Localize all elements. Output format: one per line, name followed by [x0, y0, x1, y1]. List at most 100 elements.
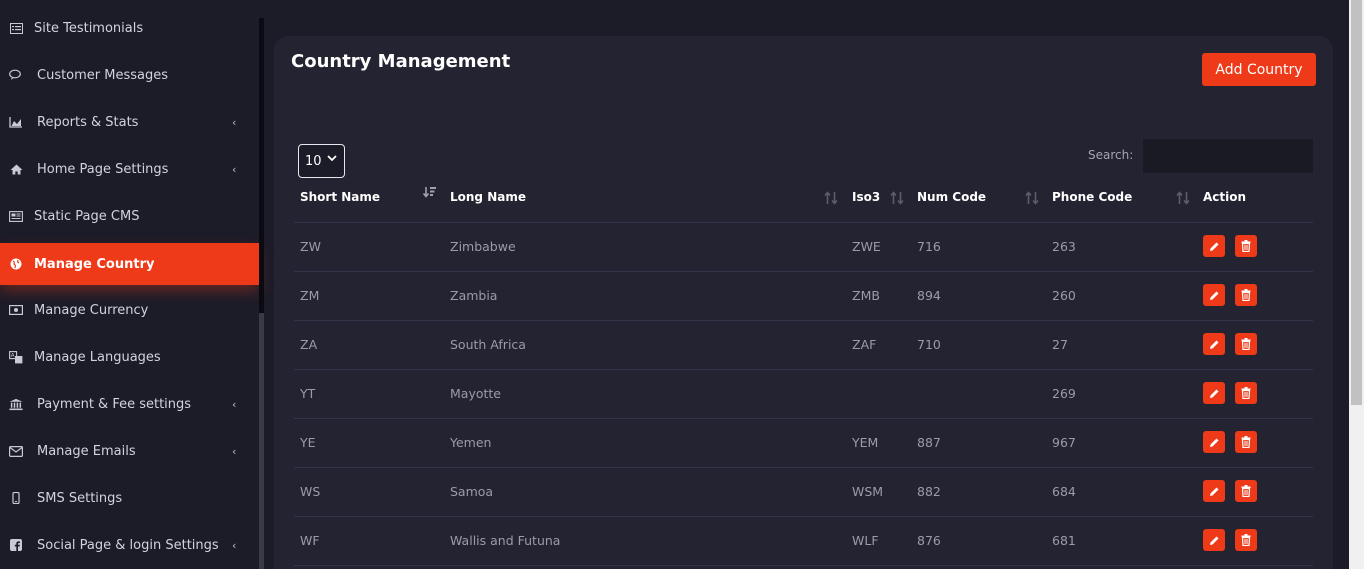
cell-iso3: YEM — [852, 435, 879, 450]
sort-both-icon[interactable] — [890, 191, 904, 208]
cell-long-name: Wallis and Futuna — [450, 533, 561, 548]
cell-phone-code: 681 — [1052, 533, 1076, 548]
column-header-action: Action — [1203, 190, 1247, 204]
comments-icon — [9, 68, 23, 82]
sidebar-item-label: Manage Languages — [34, 349, 161, 365]
cell-phone-code: 263 — [1052, 239, 1076, 254]
cell-num-code: 882 — [917, 484, 941, 499]
cell-long-name: Zambia — [450, 288, 498, 303]
trash-icon — [1241, 485, 1251, 497]
page-length-select[interactable]: 10 — [298, 144, 345, 178]
edit-button[interactable] — [1203, 284, 1225, 306]
cell-num-code: 876 — [917, 533, 941, 548]
search-input[interactable] — [1143, 139, 1313, 173]
delete-button[interactable] — [1235, 480, 1257, 502]
sidebar-item-label: Social Page & login Settings — [37, 537, 219, 553]
sidebar-item-label: Manage Country — [34, 256, 155, 272]
table-divider — [294, 222, 1313, 223]
sort-both-icon[interactable] — [824, 191, 838, 208]
sidebar-item-manage-currency[interactable]: Manage Currency — [0, 289, 259, 331]
delete-button[interactable] — [1235, 382, 1257, 404]
sidebar-item-payment-fee-settings[interactable]: Payment & Fee settings ‹ — [0, 383, 259, 425]
delete-button[interactable] — [1235, 529, 1257, 551]
sort-both-icon[interactable] — [1176, 191, 1190, 208]
search-label: Search: — [1088, 148, 1134, 162]
sidebar-scrollbar-thumb[interactable] — [259, 313, 264, 569]
sidebar-item-label: Customer Messages — [37, 67, 169, 83]
cell-iso3: ZAF — [852, 337, 877, 352]
pencil-icon — [1209, 486, 1220, 497]
facebook-icon — [9, 538, 23, 552]
cell-phone-code: 27 — [1052, 337, 1068, 352]
cell-long-name: South Africa — [450, 337, 526, 352]
cell-phone-code: 967 — [1052, 435, 1076, 450]
column-header-phone-code[interactable]: Phone Code — [1052, 190, 1132, 204]
pencil-icon — [1209, 535, 1220, 546]
cell-phone-code: 269 — [1052, 386, 1076, 401]
sidebar-item-label: SMS Settings — [37, 490, 123, 506]
cell-phone-code: 260 — [1052, 288, 1076, 303]
delete-button[interactable] — [1235, 333, 1257, 355]
sidebar-item-manage-languages[interactable]: A Manage Languages — [0, 336, 259, 378]
trash-icon — [1241, 240, 1251, 252]
sidebar-item-site-testimonials[interactable]: Site Testimonials — [0, 7, 259, 49]
table-divider — [294, 271, 1313, 272]
sidebar-item-label: Payment & Fee settings — [37, 396, 192, 412]
mobile-icon — [9, 491, 23, 505]
trash-icon — [1241, 338, 1251, 350]
delete-button[interactable] — [1235, 431, 1257, 453]
cell-iso3: WSM — [852, 484, 884, 499]
sidebar-item-label: Static Page CMS — [34, 208, 140, 224]
cell-long-name: Zimbabwe — [450, 239, 516, 254]
bank-icon — [9, 397, 23, 411]
money-icon — [9, 303, 23, 317]
envelope-icon — [9, 444, 23, 458]
column-header-num-code[interactable]: Num Code — [917, 190, 986, 204]
sidebar-item-home-page-settings[interactable]: Home Page Settings ‹ — [0, 148, 259, 190]
sidebar-item-customer-messages[interactable]: Customer Messages — [0, 54, 259, 96]
cell-short-name: YT — [300, 386, 316, 401]
column-header-iso3[interactable]: Iso3 — [852, 190, 880, 204]
column-header-short-name[interactable]: Short Name — [300, 190, 380, 204]
newspaper-icon — [9, 209, 23, 223]
country-management-card — [274, 36, 1333, 569]
page-scrollbar-thumb[interactable] — [1351, 0, 1362, 405]
language-icon: A — [9, 350, 23, 364]
sidebar-item-label: Home Page Settings — [37, 161, 169, 177]
edit-button[interactable] — [1203, 431, 1225, 453]
edit-button[interactable] — [1203, 382, 1225, 404]
sidebar-item-reports-stats[interactable]: Reports & Stats ‹ — [0, 101, 259, 143]
table-divider — [294, 320, 1313, 321]
cell-iso3: WLF — [852, 533, 879, 548]
add-country-button[interactable]: Add Country — [1202, 53, 1316, 86]
column-header-long-name[interactable]: Long Name — [450, 190, 526, 204]
cell-num-code: 716 — [917, 239, 941, 254]
pencil-icon — [1209, 437, 1220, 448]
delete-button[interactable] — [1235, 235, 1257, 257]
sort-desc-icon[interactable] — [422, 186, 437, 203]
delete-button[interactable] — [1235, 284, 1257, 306]
edit-button[interactable] — [1203, 235, 1225, 257]
table-divider — [294, 467, 1313, 468]
cell-num-code: 710 — [917, 337, 941, 352]
home-icon — [9, 162, 23, 176]
table-divider — [294, 369, 1313, 370]
cell-long-name: Samoa — [450, 484, 494, 499]
cell-short-name: YE — [300, 435, 316, 450]
edit-button[interactable] — [1203, 480, 1225, 502]
sidebar-item-manage-emails[interactable]: Manage Emails ‹ — [0, 430, 259, 472]
edit-button[interactable] — [1203, 529, 1225, 551]
sidebar-item-label: Manage Emails — [37, 443, 136, 459]
sort-both-icon[interactable] — [1025, 191, 1039, 208]
sidebar-item-sms-settings[interactable]: SMS Settings — [0, 477, 259, 519]
trash-icon — [1241, 436, 1251, 448]
pencil-icon — [1209, 241, 1220, 252]
chevron-left-icon: ‹ — [232, 115, 237, 129]
edit-button[interactable] — [1203, 333, 1225, 355]
sidebar-item-social-page-login-settings[interactable]: Social Page & login Settings ‹ — [0, 524, 259, 566]
table-divider — [294, 516, 1313, 517]
sidebar-item-manage-country[interactable]: Manage Country — [0, 243, 259, 285]
chevron-left-icon: ‹ — [232, 444, 237, 458]
trash-icon — [1241, 289, 1251, 301]
sidebar-item-static-page-cms[interactable]: Static Page CMS — [0, 195, 259, 237]
